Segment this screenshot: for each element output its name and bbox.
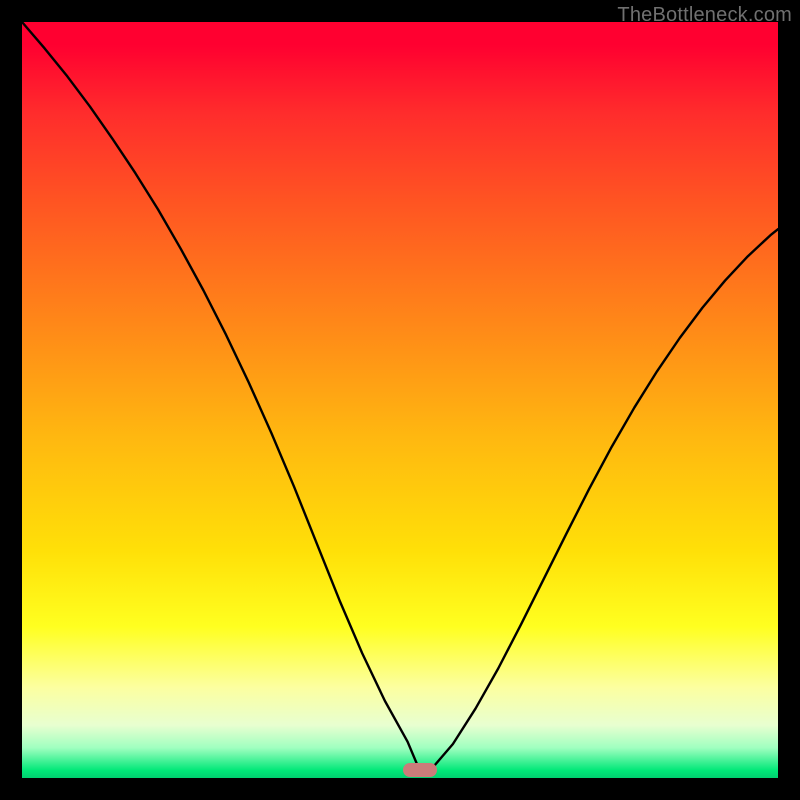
optimal-point-marker bbox=[403, 763, 437, 777]
plot-area bbox=[22, 22, 778, 778]
chart-canvas: TheBottleneck.com bbox=[0, 0, 800, 800]
curve-layer bbox=[22, 22, 778, 778]
bottleneck-curve bbox=[22, 22, 778, 770]
watermark-text: TheBottleneck.com bbox=[617, 4, 792, 27]
